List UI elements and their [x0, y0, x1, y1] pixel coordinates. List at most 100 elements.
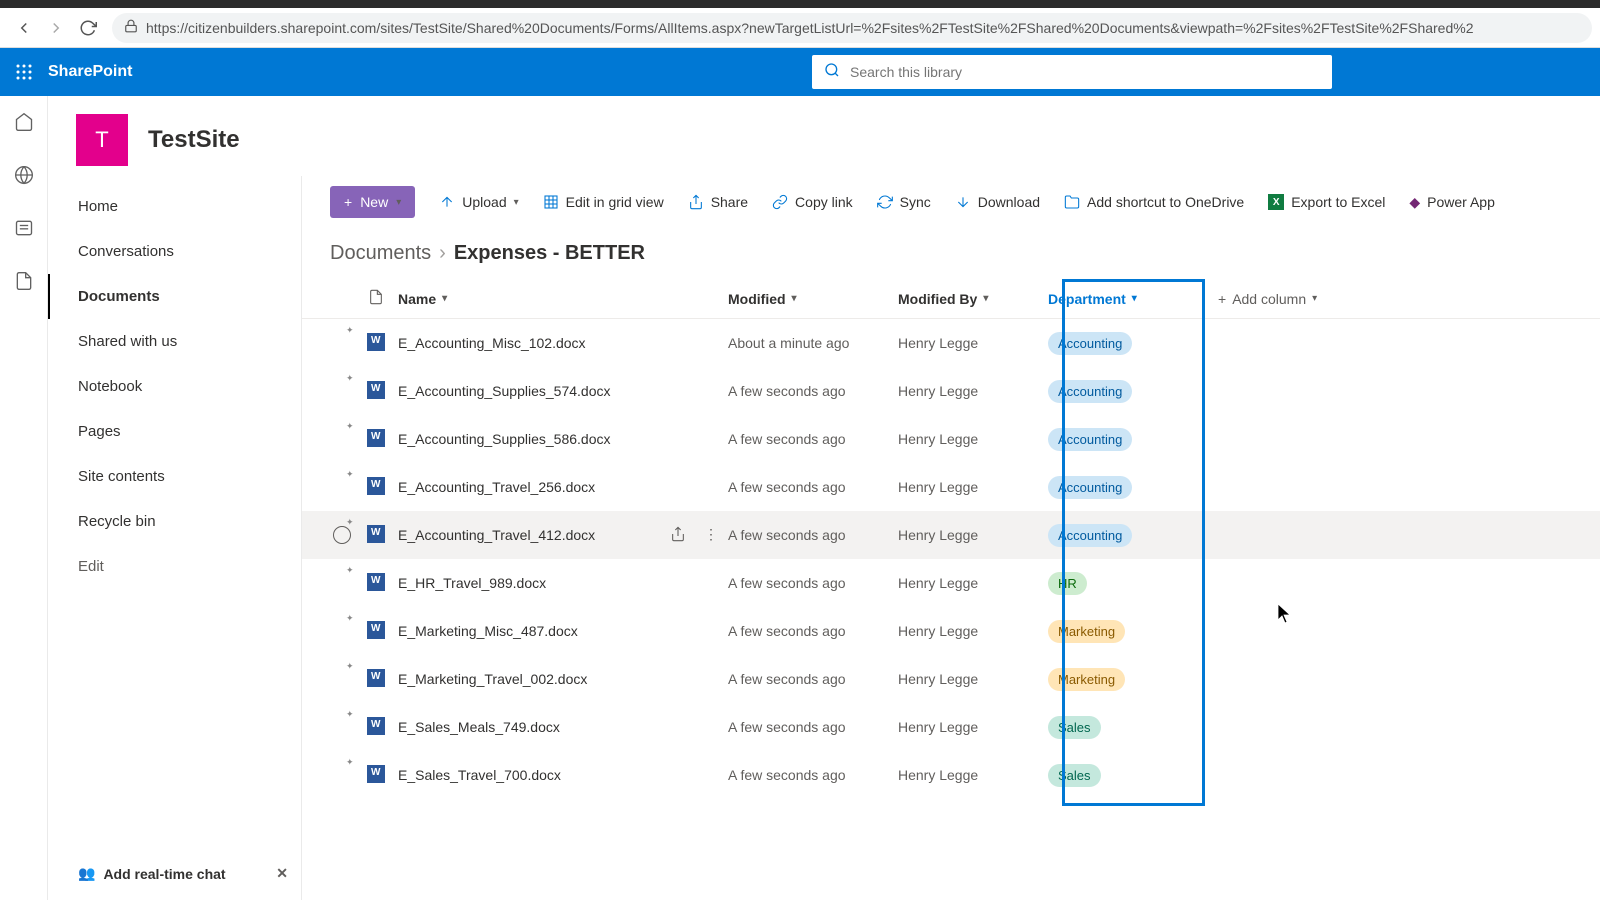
table-row[interactable]: ✦E_Accounting_Supplies_586.docxA few sec… [302, 415, 1600, 463]
modifiedby-cell[interactable]: Henry Legge [898, 527, 1048, 543]
table-row[interactable]: ✦E_Sales_Meals_749.docxA few seconds ago… [302, 703, 1600, 751]
file-name[interactable]: E_Sales_Travel_700.docx [398, 767, 561, 783]
plus-icon: + [344, 194, 352, 210]
modifiedby-cell[interactable]: Henry Legge [898, 479, 1048, 495]
export-excel-button[interactable]: X Export to Excel [1268, 194, 1385, 210]
department-pill[interactable]: Accounting [1048, 524, 1132, 547]
nav-sitecontents[interactable]: Site contents [48, 454, 301, 499]
teams-icon: 👥 [78, 865, 95, 882]
share-button[interactable]: Share [688, 194, 748, 210]
upload-button[interactable]: Upload ▾ [439, 194, 518, 210]
column-department[interactable]: Department▾ [1048, 291, 1178, 307]
file-name[interactable]: E_Accounting_Misc_102.docx [398, 335, 586, 351]
table-row[interactable]: ✦E_Marketing_Travel_002.docxA few second… [302, 655, 1600, 703]
department-pill[interactable]: Accounting [1048, 476, 1132, 499]
file-name[interactable]: E_Accounting_Travel_256.docx [398, 479, 595, 495]
department-pill[interactable]: Accounting [1048, 380, 1132, 403]
news-icon[interactable] [14, 218, 34, 243]
search-input[interactable] [850, 64, 1320, 80]
modifiedby-cell[interactable]: Henry Legge [898, 623, 1048, 639]
column-icon[interactable] [354, 289, 398, 308]
excel-icon: X [1268, 194, 1284, 210]
modifiedby-cell[interactable]: Henry Legge [898, 431, 1048, 447]
table-row[interactable]: ✦E_Accounting_Misc_102.docxAbout a minut… [302, 319, 1600, 367]
department-pill[interactable]: Sales [1048, 764, 1101, 787]
brand-label[interactable]: SharePoint [48, 63, 132, 81]
search-box[interactable] [812, 55, 1332, 89]
modifiedby-cell[interactable]: Henry Legge [898, 335, 1048, 351]
file-name[interactable]: E_Sales_Meals_749.docx [398, 719, 560, 735]
back-button[interactable] [8, 12, 40, 44]
table-row[interactable]: ✦E_Accounting_Supplies_574.docxA few sec… [302, 367, 1600, 415]
file-name[interactable]: E_Accounting_Supplies_586.docx [398, 431, 611, 447]
site-header: T TestSite [48, 96, 1600, 176]
modifiedby-cell[interactable]: Henry Legge [898, 719, 1048, 735]
download-button[interactable]: Download [955, 194, 1040, 210]
nav-shared[interactable]: Shared with us [48, 319, 301, 364]
power-apps-button[interactable]: ◆ Power App [1409, 194, 1495, 211]
modified-cell: A few seconds ago [728, 671, 898, 687]
site-logo[interactable]: T [76, 114, 128, 166]
home-icon[interactable] [14, 112, 34, 137]
column-name[interactable]: Name▾ [398, 291, 728, 307]
department-pill[interactable]: Sales [1048, 716, 1101, 739]
select-circle[interactable] [333, 526, 351, 544]
table-row[interactable]: ✦E_Marketing_Misc_487.docxA few seconds … [302, 607, 1600, 655]
file-name[interactable]: E_Marketing_Misc_487.docx [398, 623, 578, 639]
shortcut-button[interactable]: Add shortcut to OneDrive [1064, 194, 1244, 210]
lock-icon [124, 19, 138, 36]
nav-documents[interactable]: Documents [48, 274, 301, 319]
chevron-down-icon: ▾ [514, 197, 519, 208]
word-file-icon [367, 717, 385, 735]
file-name[interactable]: E_Marketing_Travel_002.docx [398, 671, 587, 687]
word-file-icon [367, 621, 385, 639]
add-column-button[interactable]: +Add column▾ [1218, 291, 1378, 307]
file-name[interactable]: E_Accounting_Supplies_574.docx [398, 383, 611, 399]
column-modified[interactable]: Modified▾ [728, 291, 898, 307]
column-modifiedby[interactable]: Modified By▾ [898, 291, 1048, 307]
modifiedby-cell[interactable]: Henry Legge [898, 671, 1048, 687]
address-bar[interactable]: https://citizenbuilders.sharepoint.com/s… [112, 13, 1592, 43]
table-row[interactable]: ✦E_Accounting_Travel_256.docxA few secon… [302, 463, 1600, 511]
file-name[interactable]: E_HR_Travel_989.docx [398, 575, 546, 591]
nav-conversations[interactable]: Conversations [48, 229, 301, 274]
nav-home[interactable]: Home [48, 184, 301, 229]
document-table: Name▾ Modified▾ Modified By▾ Department▾… [302, 279, 1600, 799]
files-icon[interactable] [14, 271, 34, 296]
reload-button[interactable] [72, 12, 104, 44]
file-name[interactable]: E_Accounting_Travel_412.docx [398, 527, 595, 543]
realtime-chat-promo[interactable]: 👥 Add real-time chat ✕ [68, 855, 298, 892]
table-row[interactable]: ✦E_HR_Travel_989.docxA few seconds agoHe… [302, 559, 1600, 607]
department-pill[interactable]: Marketing [1048, 668, 1125, 691]
site-title[interactable]: TestSite [148, 126, 240, 154]
modified-cell: A few seconds ago [728, 479, 898, 495]
nav-edit[interactable]: Edit [48, 544, 301, 589]
forward-button[interactable] [40, 12, 72, 44]
modifiedby-cell[interactable]: Henry Legge [898, 767, 1048, 783]
department-pill[interactable]: Marketing [1048, 620, 1125, 643]
new-indicator-icon: ✦ [346, 565, 354, 576]
department-pill[interactable]: Accounting [1048, 428, 1132, 451]
nav-notebook[interactable]: Notebook [48, 364, 301, 409]
app-launcher-icon[interactable] [8, 56, 40, 88]
table-row[interactable]: ✦E_Sales_Travel_700.docxA few seconds ag… [302, 751, 1600, 799]
more-icon[interactable]: ⋮ [704, 526, 718, 545]
modifiedby-cell[interactable]: Henry Legge [898, 575, 1048, 591]
sync-button[interactable]: Sync [877, 194, 931, 210]
nav-pages[interactable]: Pages [48, 409, 301, 454]
department-pill[interactable]: HR [1048, 572, 1087, 595]
word-file-icon [367, 477, 385, 495]
word-file-icon [367, 381, 385, 399]
new-indicator-icon: ✦ [346, 373, 354, 384]
nav-recyclebin[interactable]: Recycle bin [48, 499, 301, 544]
globe-icon[interactable] [14, 165, 34, 190]
edit-grid-button[interactable]: Edit in grid view [543, 194, 664, 210]
modifiedby-cell[interactable]: Henry Legge [898, 383, 1048, 399]
copy-link-button[interactable]: Copy link [772, 194, 853, 210]
department-pill[interactable]: Accounting [1048, 332, 1132, 355]
close-icon[interactable]: ✕ [276, 865, 288, 882]
share-icon[interactable] [670, 526, 686, 545]
new-button[interactable]: + New ▾ [330, 186, 415, 218]
table-row[interactable]: ✦E_Accounting_Travel_412.docx⋮A few seco… [302, 511, 1600, 559]
breadcrumb-root[interactable]: Documents [330, 242, 431, 265]
